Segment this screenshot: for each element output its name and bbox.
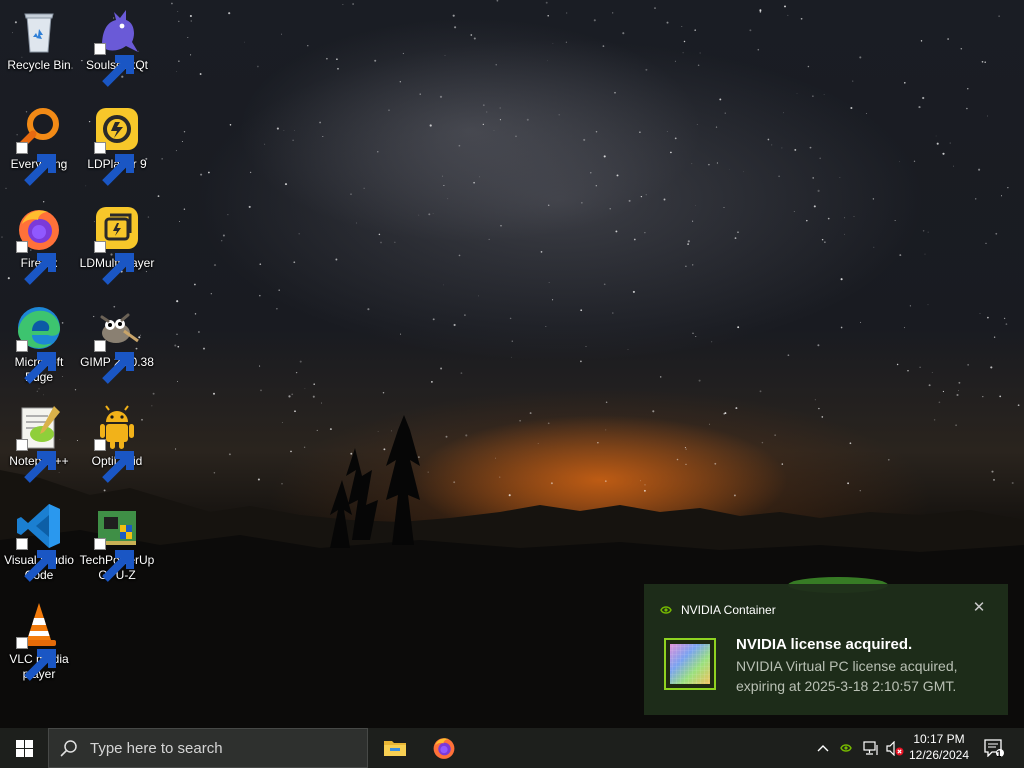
notification-title: NVIDIA license acquired.	[736, 636, 913, 653]
desktop-icon-firefox[interactable]: Firefox	[0, 204, 78, 285]
desktop-icon-gpuz[interactable]: TechPowerUp GPU-Z	[78, 501, 156, 583]
desktop-icon-ldplayer9[interactable]: LDPlayer 9	[78, 105, 156, 186]
file-explorer-icon	[384, 741, 406, 756]
windows-logo-icon	[15, 739, 33, 757]
shortcut-arrow-icon	[16, 142, 56, 186]
nvidia-notification-toast[interactable]: NVIDIA Container ✕ NVIDIA license acquir…	[644, 584, 1008, 715]
gpu-chip-icon	[664, 638, 716, 690]
shortcut-arrow-icon	[94, 241, 134, 285]
search-input[interactable]	[88, 738, 352, 758]
desktop-icon-vlc[interactable]: VLC media player	[0, 600, 78, 682]
taskbar-file-explorer[interactable]	[371, 728, 419, 768]
volume-muted-icon	[886, 740, 904, 756]
desktop-icon-microsoft-edge[interactable]: Microsoft Edge	[0, 303, 78, 385]
desktop-icon-recycle-bin[interactable]: Recycle Bin	[0, 6, 78, 73]
tray-network[interactable]	[860, 728, 882, 768]
desktop-icon-notepadpp[interactable]: Notepad++	[0, 402, 78, 483]
nvidia-eye-icon	[660, 606, 672, 614]
tray-volume[interactable]	[884, 728, 906, 768]
shortcut-arrow-icon	[16, 538, 56, 582]
recycle-bin-icon	[24, 13, 54, 53]
notification-count-badge: 1	[996, 749, 1002, 759]
clock-date: 12/26/2024	[908, 748, 970, 762]
desktop-icon-everything[interactable]: Everything	[0, 105, 78, 186]
shortcut-arrow-icon	[16, 439, 56, 483]
action-center-button[interactable]: 1	[980, 728, 1008, 768]
chevron-up-icon	[817, 745, 829, 752]
start-button[interactable]	[0, 728, 48, 768]
taskbar-search-box[interactable]	[48, 728, 368, 768]
shortcut-arrow-icon	[94, 43, 134, 87]
shortcut-arrow-icon	[94, 439, 134, 483]
taskbar: 10:17 PM 12/26/2024 1	[0, 728, 1024, 768]
desktop-icon-ldmultiplayer[interactable]: LDMultiPlayer	[78, 204, 156, 285]
close-icon[interactable]: ✕	[972, 600, 986, 615]
shortcut-arrow-icon	[94, 538, 134, 582]
clock-time: 10:17 PM	[913, 732, 965, 746]
network-icon	[862, 740, 878, 755]
notification-header: NVIDIA Container	[660, 603, 776, 617]
shortcut-arrow-icon	[16, 241, 56, 285]
notification-app-name: NVIDIA Container	[681, 603, 776, 617]
desktop-icon-label: Recycle Bin	[7, 58, 71, 72]
shortcut-arrow-icon	[16, 340, 56, 384]
search-icon	[60, 740, 77, 757]
shortcut-arrow-icon	[94, 142, 134, 186]
firefox-icon	[433, 738, 455, 759]
desktop-icon-vscode[interactable]: Visual Studio Code	[0, 501, 78, 583]
show-hidden-icons-button[interactable]	[812, 728, 834, 768]
taskbar-firefox[interactable]	[420, 728, 468, 768]
desktop-icon-soulseekqt[interactable]: SoulseekQt	[78, 6, 156, 87]
tray-nvidia[interactable]	[836, 728, 856, 768]
notification-body: NVIDIA Virtual PC license acquired, expi…	[736, 658, 958, 694]
desktop-icon-gimp[interactable]: GIMP 2.10.38	[78, 303, 156, 384]
taskbar-clock[interactable]: 10:17 PM 12/26/2024	[904, 731, 974, 763]
desktop-icon-optidroid[interactable]: OptiDroid	[78, 402, 156, 483]
shortcut-arrow-icon	[94, 340, 134, 384]
nvidia-eye-icon	[840, 744, 852, 752]
shortcut-arrow-icon	[16, 637, 56, 681]
